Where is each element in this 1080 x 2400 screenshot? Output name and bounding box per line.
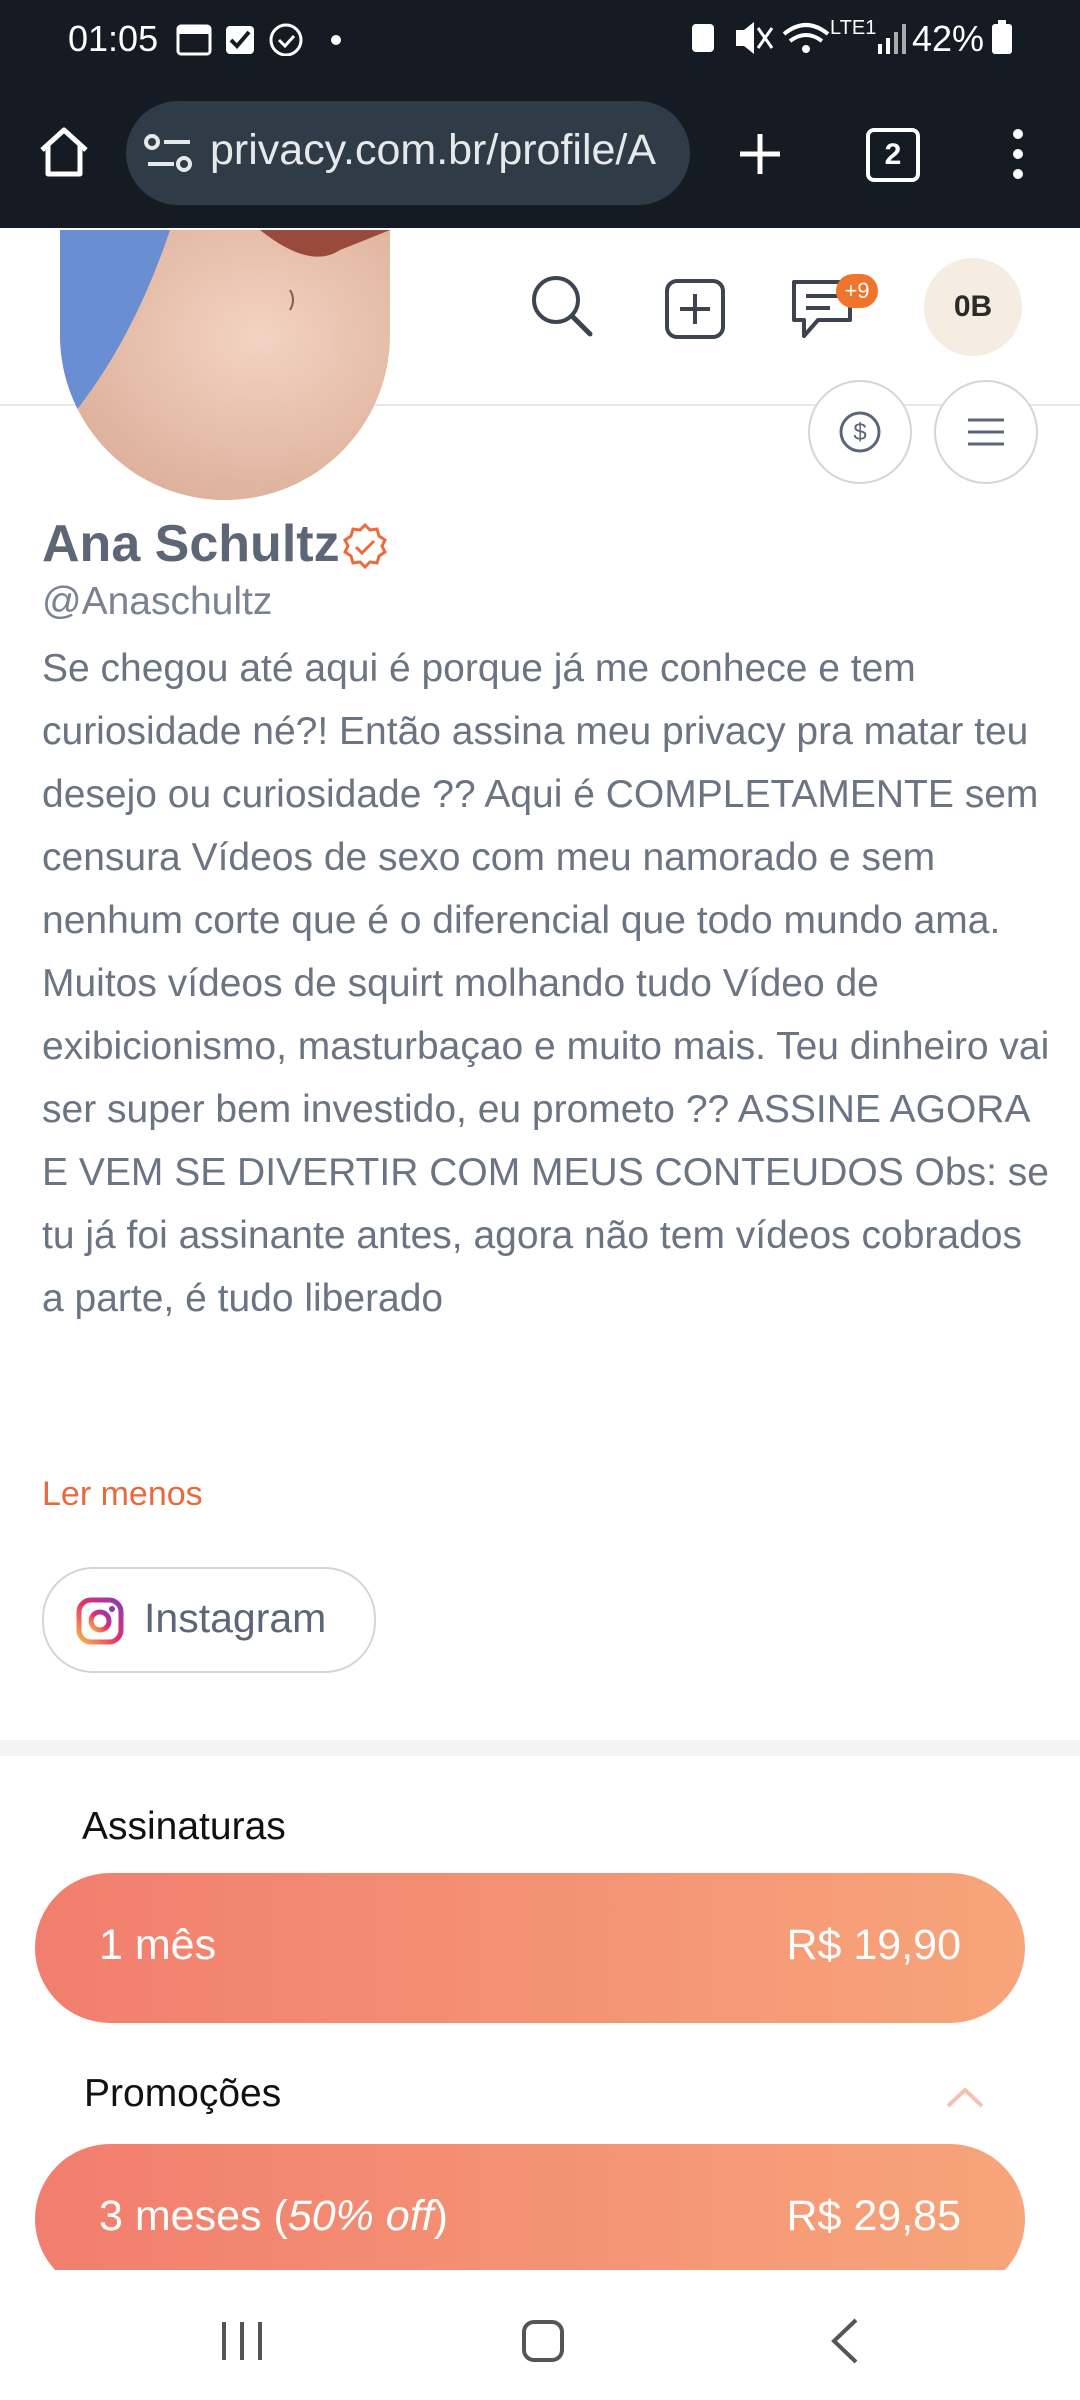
user-avatar[interactable]: 0B bbox=[924, 258, 1022, 356]
messages-badge: +9 bbox=[836, 274, 878, 308]
plan-1-label: 1 mês bbox=[99, 1921, 217, 1969]
plan-3-label: 3 meses (50% off) bbox=[99, 2192, 448, 2241]
subscriptions-title: Assinaturas bbox=[82, 1805, 286, 1848]
battery-icon bbox=[992, 20, 1012, 54]
read-less-link[interactable]: Ler menos bbox=[42, 1475, 203, 1514]
overflow-menu-icon[interactable] bbox=[1008, 126, 1028, 182]
profile-photo[interactable] bbox=[60, 230, 390, 500]
battery-percent: 42% bbox=[912, 18, 985, 59]
search-icon[interactable] bbox=[528, 272, 594, 338]
plan-3-label-suffix: ) bbox=[433, 2192, 448, 2240]
url-text[interactable]: privacy.com.br/profile/A bbox=[210, 126, 670, 175]
instagram-label: Instagram bbox=[144, 1595, 327, 1641]
dollar-icon: $ bbox=[839, 411, 881, 453]
site-settings-icon[interactable] bbox=[144, 132, 194, 176]
tab-switcher-button[interactable]: 2 bbox=[866, 128, 920, 182]
instagram-icon bbox=[76, 1597, 124, 1645]
verified-badge-icon bbox=[343, 522, 387, 570]
plan-3-label-prefix: 3 meses ( bbox=[99, 2192, 288, 2240]
status-time: 01:05 bbox=[68, 18, 159, 59]
recent-apps-icon[interactable] bbox=[218, 2318, 266, 2364]
svg-text:$: $ bbox=[853, 419, 866, 446]
profile-menu-button[interactable] bbox=[934, 380, 1038, 484]
section-divider bbox=[0, 1740, 1080, 1756]
chevron-up-icon[interactable] bbox=[944, 2084, 986, 2110]
profile-handle: @Anaschultz bbox=[42, 580, 273, 623]
network-label: LTE1 bbox=[830, 17, 877, 39]
profile-photo-image bbox=[60, 230, 390, 500]
plan-3-price: R$ 29,85 bbox=[786, 2192, 961, 2240]
profile-bio: Se chegou até aqui é porque já me conhec… bbox=[42, 647, 1050, 1320]
instagram-link[interactable]: Instagram bbox=[42, 1567, 376, 1673]
notification-icons bbox=[176, 23, 341, 56]
promotions-title: Promoções bbox=[84, 2072, 282, 2115]
plan-1-price: R$ 19,90 bbox=[786, 1921, 961, 1969]
profile-name: Ana Schultz bbox=[42, 515, 340, 573]
home-nav-icon[interactable] bbox=[520, 2318, 566, 2364]
new-tab-icon[interactable] bbox=[736, 130, 784, 178]
hamburger-icon bbox=[968, 418, 1004, 446]
home-icon[interactable] bbox=[36, 124, 92, 180]
create-post-icon[interactable] bbox=[664, 278, 726, 340]
plan-3-discount: 50% off bbox=[287, 2192, 434, 2240]
back-icon[interactable] bbox=[826, 2316, 862, 2366]
plan-1-month-button[interactable]: 1 mês R$ 19,90 bbox=[35, 1873, 1025, 2023]
tip-button[interactable]: $ bbox=[808, 380, 912, 484]
